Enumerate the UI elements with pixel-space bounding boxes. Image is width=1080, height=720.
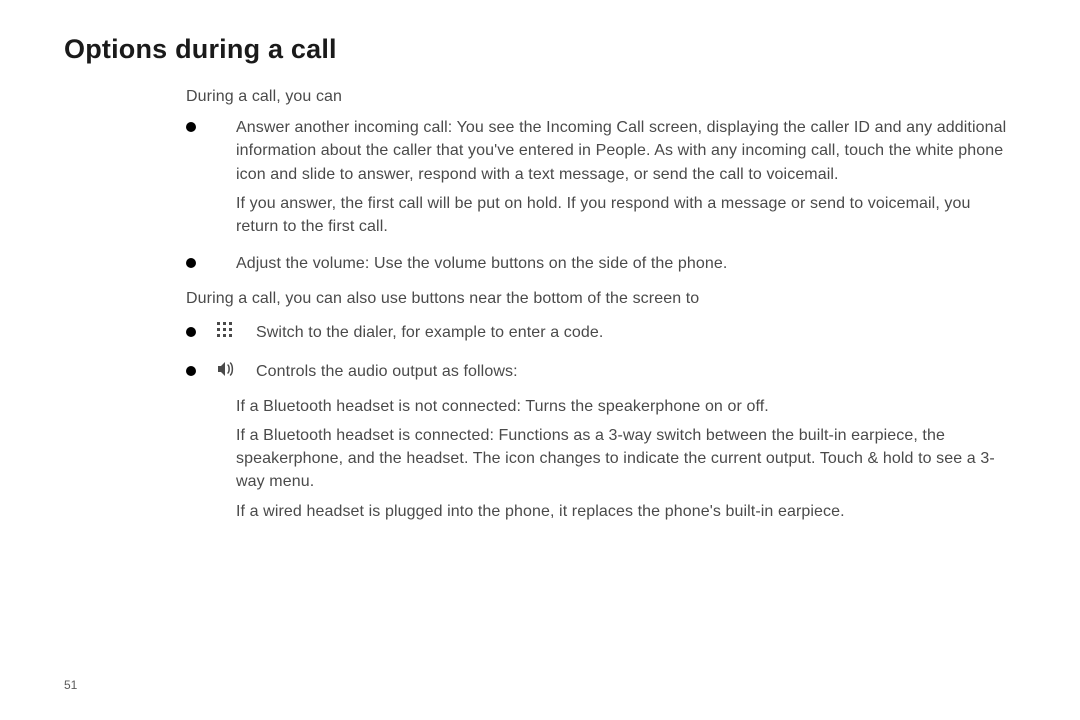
bullet-dot-icon <box>186 327 196 337</box>
page-title: Options during a call <box>64 34 1016 65</box>
continuation-text: If a Bluetooth headset is not connected:… <box>236 395 1016 418</box>
continuation-text: If a Bluetooth headset is connected: Fun… <box>236 424 1016 494</box>
speaker-icon <box>216 360 238 378</box>
icon-bullet-content: Controls the audio output as follows: <box>256 360 1016 389</box>
page-number: 51 <box>64 678 77 692</box>
bullet-text: Switch to the dialer, for example to ent… <box>256 321 1016 344</box>
bullet-text: Adjust the volume: Use the volume button… <box>236 252 1016 275</box>
document-page: Options during a call During a call, you… <box>0 0 1080 720</box>
continuation-block: If a Bluetooth headset is not connected:… <box>236 395 1016 523</box>
bullet-dot-icon <box>186 366 196 376</box>
bullet-dot-icon <box>186 122 196 132</box>
bullet-content: Answer another incoming call: You see th… <box>236 116 1016 244</box>
dialpad-icon <box>216 321 238 339</box>
intro-paragraph-2: During a call, you can also use buttons … <box>186 287 1016 310</box>
bullet-text: If you answer, the first call will be pu… <box>236 192 1016 238</box>
icon-bullet-item: Controls the audio output as follows: <box>186 360 1016 389</box>
bullet-item: Adjust the volume: Use the volume button… <box>186 252 1016 281</box>
bullet-text: Controls the audio output as follows: <box>256 360 1016 383</box>
bullet-item: Answer another incoming call: You see th… <box>186 116 1016 244</box>
continuation-text: If a wired headset is plugged into the p… <box>236 500 1016 523</box>
bullet-content: Adjust the volume: Use the volume button… <box>236 252 1016 281</box>
icon-bullet-item: Switch to the dialer, for example to ent… <box>186 321 1016 350</box>
bullet-text: Answer another incoming call: You see th… <box>236 116 1016 186</box>
intro-paragraph-1: During a call, you can <box>186 85 1016 108</box>
body-content: During a call, you can Answer another in… <box>186 85 1016 523</box>
bullet-dot-icon <box>186 258 196 268</box>
icon-bullet-content: Switch to the dialer, for example to ent… <box>256 321 1016 350</box>
